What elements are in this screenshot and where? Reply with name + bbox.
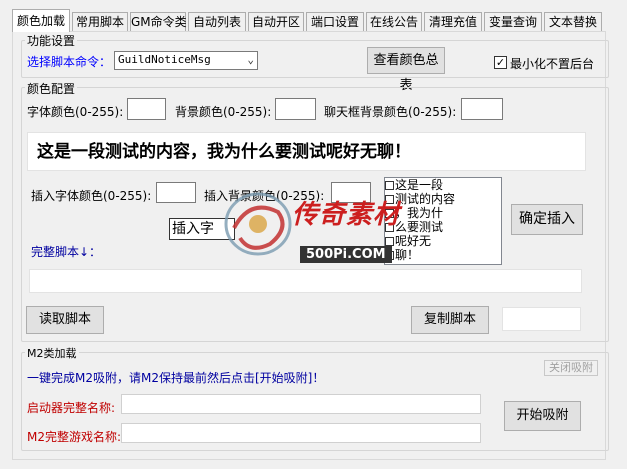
tab-variable-query[interactable]: 变量查询 xyxy=(484,12,542,31)
script-command-select[interactable]: GuildNoticeMsg ⌄ xyxy=(114,51,258,70)
bg-color-input[interactable] xyxy=(275,98,316,120)
confirm-insert-button[interactable]: 确定插入 xyxy=(511,204,583,235)
m2-hint-text: 一键完成M2吸附，请M2保持最前然后点击[开始吸附]！ xyxy=(27,371,325,385)
tab-port-settings[interactable]: 端口设置 xyxy=(306,12,364,31)
minimize-checkbox[interactable]: ✓ xyxy=(494,56,507,69)
tab-online-notice[interactable]: 在线公告 xyxy=(366,12,422,31)
tab-common-scripts[interactable]: 常用脚本 xyxy=(72,12,128,31)
watermark-site: 500Pi.COM xyxy=(300,246,392,263)
copy-script-button[interactable]: 复制脚本 xyxy=(411,306,489,334)
close-attach-button[interactable]: 关闭吸附 xyxy=(544,360,598,376)
minimize-label: 最小化不置后台 xyxy=(510,57,595,71)
full-script-label: 完整脚本↓： xyxy=(31,245,102,259)
view-color-table-button[interactable]: 查看颜色总表 xyxy=(367,47,445,93)
m2-game-name-input[interactable] xyxy=(121,423,481,443)
font-color-input[interactable] xyxy=(127,98,166,120)
color-config-legend: 颜色配置 xyxy=(25,80,78,97)
start-attach-button[interactable]: 开始吸附 xyxy=(504,401,581,431)
chevron-down-icon[interactable]: ⌄ xyxy=(247,52,254,68)
tab-auto-open[interactable]: 自动开区 xyxy=(248,12,304,31)
tab-clear-recharge[interactable]: 清理充值 xyxy=(424,12,482,31)
color-preview-text: 这是一段测试的内容，我为什么要测试呢好无聊！ xyxy=(27,132,586,171)
bg-color-label: 背景颜色(0-255): xyxy=(175,105,272,119)
insert-font-color-label: 插入字体颜色(0-255): xyxy=(31,189,152,203)
script-command-value: GuildNoticeMsg xyxy=(118,53,211,66)
tab-bar: 颜色加载 常用脚本 GM命令类 自动列表 自动开区 端口设置 在线公告 清理充值… xyxy=(0,0,627,32)
tab-gm-commands[interactable]: GM命令类 xyxy=(130,12,187,31)
insert-font-color-input[interactable] xyxy=(156,182,196,203)
copy-status-field[interactable] xyxy=(502,307,581,331)
function-settings-legend: 功能设置 xyxy=(25,32,78,49)
m2-game-name-label: M2完整游戏名称: xyxy=(27,430,122,444)
font-color-label: 字体颜色(0-255): xyxy=(27,105,124,119)
chat-bg-color-label: 聊天框背景颜色(0-255): xyxy=(324,105,457,119)
tab-auto-list[interactable]: 自动列表 xyxy=(188,12,246,31)
watermark-logo: 传奇素材 500Pi.COM xyxy=(220,188,410,274)
launcher-name-input[interactable] xyxy=(121,394,481,414)
tab-text-replace[interactable]: 文本替换 xyxy=(544,12,602,31)
watermark-brand: 传奇素材 xyxy=(292,200,401,230)
chat-bg-color-input[interactable] xyxy=(461,98,503,120)
read-script-button[interactable]: 读取脚本 xyxy=(26,306,104,334)
tab-color-load[interactable]: 颜色加载 xyxy=(12,9,70,32)
m2-load-legend: M2类加载 xyxy=(25,345,79,361)
select-script-label: 选择脚本命令： xyxy=(27,55,112,69)
launcher-name-label: 启动器完整名称: xyxy=(27,401,116,415)
